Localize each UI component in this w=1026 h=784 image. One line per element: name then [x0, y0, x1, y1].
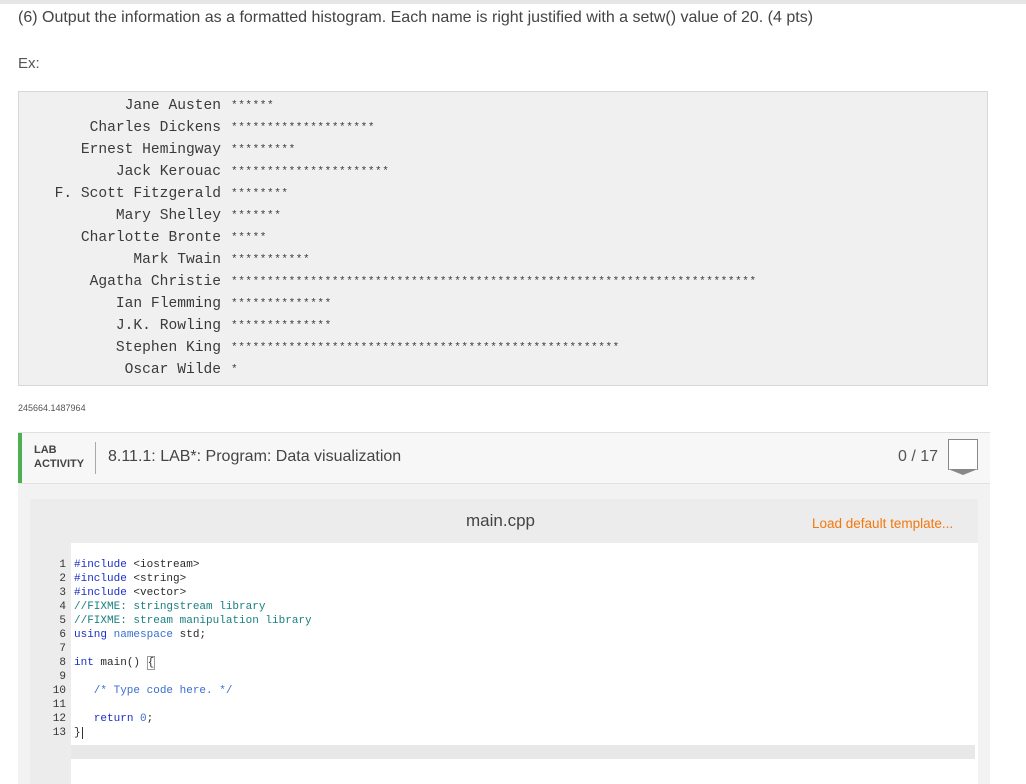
histogram-bar: ********* — [231, 144, 296, 156]
score-badge-icon — [948, 439, 978, 475]
histogram-bar: ******* — [231, 210, 282, 222]
histogram-row: Ernest Hemingway ********* — [19, 139, 987, 161]
line-number: 9 — [59, 671, 66, 683]
histogram-bar: * — [231, 364, 239, 376]
header-divider — [95, 442, 96, 474]
line-number: 7 — [59, 643, 66, 655]
code-editor[interactable]: main.cpp Load default template... 123456… — [30, 499, 978, 784]
histogram-name: Mark Twain — [133, 252, 221, 268]
histogram-row: Jack Kerouac ********************** — [19, 161, 987, 183]
histogram-bar: ****************************************… — [231, 276, 757, 288]
line-number: 10 — [52, 685, 66, 697]
line-number: 11 — [52, 699, 66, 711]
histogram-bar: ****************************************… — [231, 342, 620, 354]
histogram-row: Mary Shelley ******* — [19, 205, 987, 227]
code-line[interactable]: int main() { — [74, 656, 156, 670]
code-line[interactable]: /* Type code here. */ — [74, 684, 233, 698]
histogram-row: Stephen King ****************************… — [19, 337, 987, 359]
line-number: 3 — [59, 587, 66, 599]
activity-label: ACTIVITY — [34, 458, 85, 470]
histogram-name: Mary Shelley — [115, 208, 221, 224]
histogram-name: Ernest Hemingway — [80, 142, 221, 158]
histogram-bar: ***** — [231, 232, 268, 244]
footer-id: 245664.1487964 — [18, 403, 86, 413]
histogram-bar: ********************** — [231, 166, 390, 178]
load-default-template-link[interactable]: Load default template... — [812, 516, 953, 531]
line-number: 1 — [59, 559, 66, 571]
line-number: 4 — [59, 601, 66, 613]
histogram-name: F. Scott Fitzgerald — [54, 186, 221, 202]
code-line[interactable]: using namespace std; — [74, 628, 206, 642]
editor-header: main.cpp Load default template... — [30, 499, 978, 543]
line-number: 5 — [59, 615, 66, 627]
file-tab[interactable]: main.cpp — [466, 511, 535, 531]
histogram-name: Charles Dickens — [89, 120, 221, 136]
histogram-name: Charlotte Bronte — [80, 230, 221, 246]
line-number-gutter: 1 2 3 4 5 6 7 8 9 10 11 12 13 — [30, 543, 71, 784]
histogram-name: Ian Flemming — [115, 296, 221, 312]
lab-label: LAB — [34, 444, 57, 456]
histogram-bar: ************** — [231, 298, 332, 310]
histogram-row: Mark Twain *********** — [19, 249, 987, 271]
lab-accent-bar — [18, 433, 22, 483]
histogram-row: Charles Dickens ******************** — [19, 117, 987, 139]
instructions-text: (6) Output the information as a formatte… — [18, 9, 814, 26]
code-line[interactable]: } — [74, 726, 83, 740]
histogram-row: Jane Austen ****** — [19, 95, 987, 117]
histogram-row: Oscar Wilde * — [19, 359, 987, 381]
code-line[interactable]: #include <vector> — [74, 586, 186, 600]
top-divider — [0, 0, 1026, 4]
histogram-bar: ******************** — [231, 122, 376, 134]
line-number: 13 — [52, 727, 66, 739]
lab-header: LAB ACTIVITY 8.11.1: LAB*: Program: Data… — [18, 433, 990, 484]
histogram-name: Agatha Christie — [89, 274, 221, 290]
histogram-name: Stephen King — [115, 340, 221, 356]
line-number: 6 — [59, 629, 66, 641]
code-line[interactable]: #include <iostream> — [74, 558, 199, 572]
histogram-bar: ****** — [231, 100, 275, 112]
histogram-bar: *********** — [231, 254, 311, 266]
code-line[interactable]: //FIXME: stringstream library — [74, 600, 265, 614]
histogram-name: J.K. Rowling — [115, 318, 221, 334]
histogram-row: Agatha Christie *************************… — [19, 271, 987, 293]
lab-score: 0 / 17 — [898, 448, 939, 465]
histogram-row: Ian Flemming ************** — [19, 293, 987, 315]
histogram-name: Jane Austen — [124, 98, 221, 114]
code-line[interactable]: return 0; — [74, 712, 153, 726]
histogram-bar: ******** — [231, 188, 289, 200]
histogram-name: Jack Kerouac — [115, 164, 221, 180]
histogram-example: Jane Austen ****** Charles Dickens ********… — [18, 91, 988, 386]
histogram-bar: ************** — [231, 320, 332, 332]
active-line-highlight — [71, 745, 975, 759]
line-number: 12 — [52, 713, 66, 725]
code-line[interactable]: //FIXME: stream manipulation library — [74, 614, 312, 628]
line-number: 2 — [59, 573, 66, 585]
code-line[interactable]: #include <string> — [74, 572, 186, 586]
line-number: 8 — [59, 657, 66, 669]
histogram-name: Oscar Wilde — [124, 362, 221, 378]
lab-title: 8.11.1: LAB*: Program: Data visualizatio… — [108, 448, 402, 465]
histogram-row: F. Scott Fitzgerald ******** — [19, 183, 987, 205]
lab-activity-panel: LAB ACTIVITY 8.11.1: LAB*: Program: Data… — [18, 432, 990, 784]
histogram-row: J.K. Rowling ************** — [19, 315, 987, 337]
example-label: Ex: — [18, 55, 40, 72]
histogram-row: Charlotte Bronte ***** — [19, 227, 987, 249]
